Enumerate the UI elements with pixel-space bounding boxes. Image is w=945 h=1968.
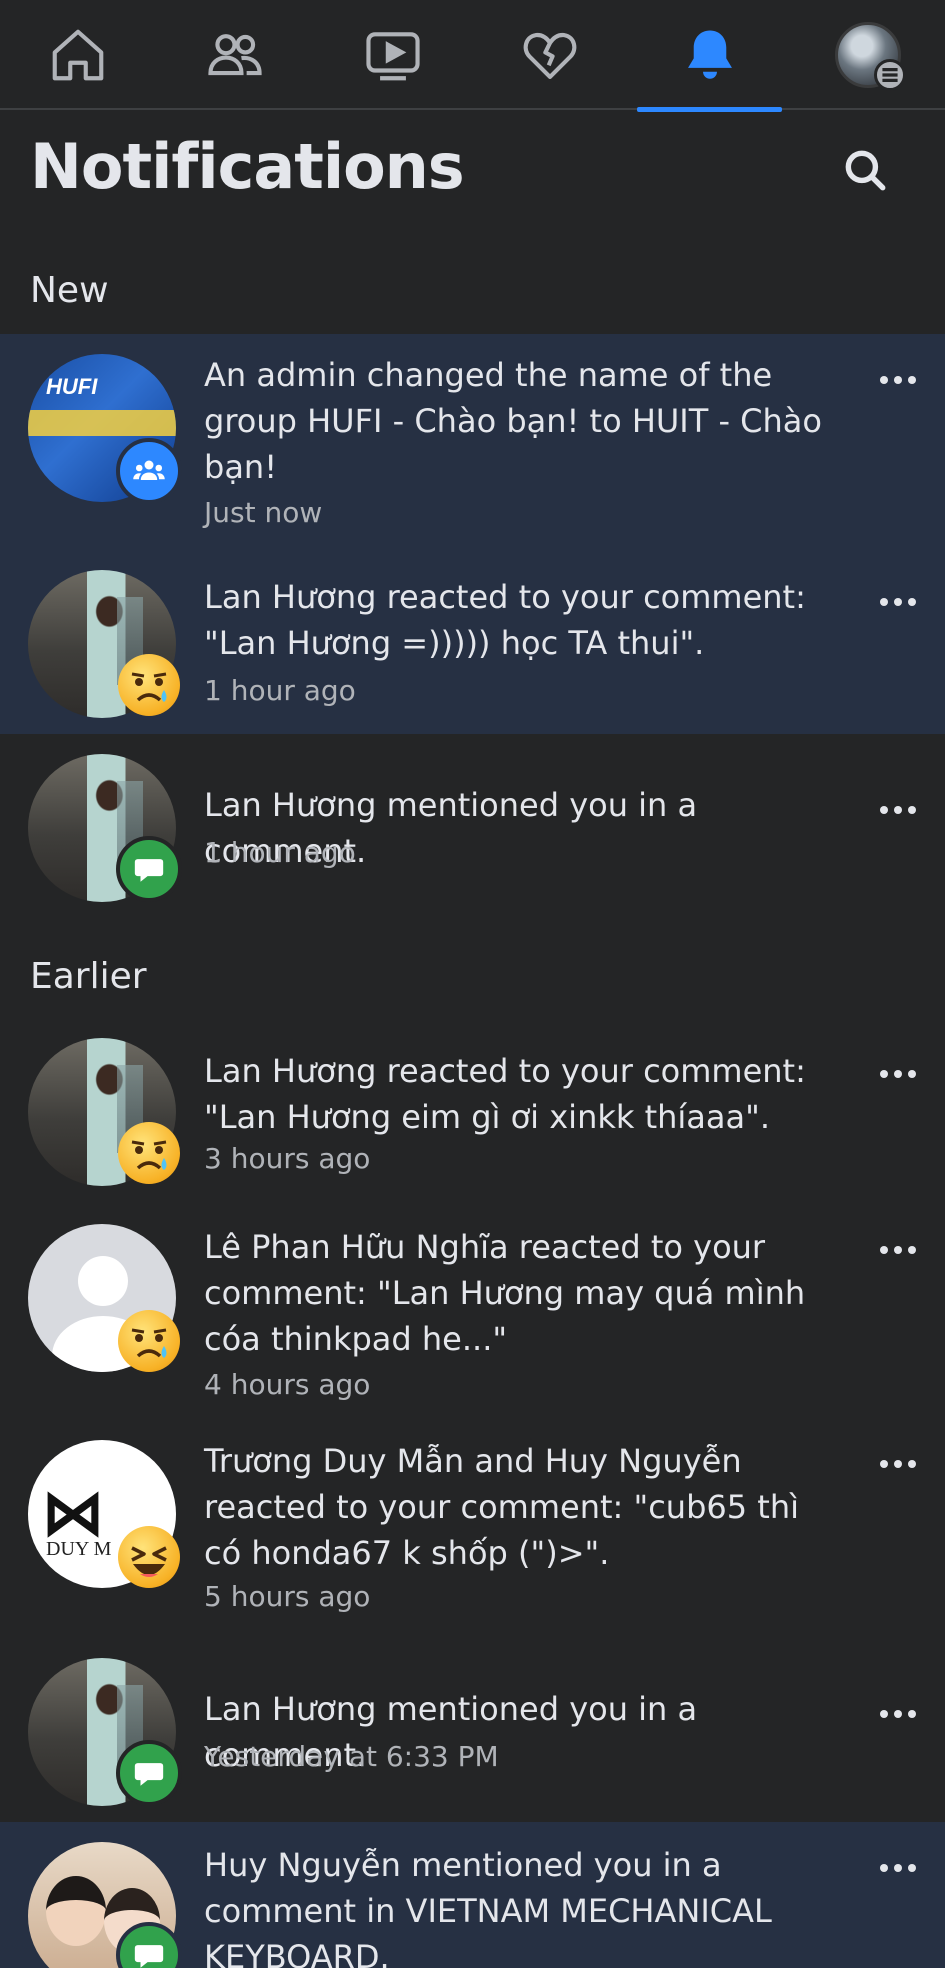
sad-reaction-icon [116, 652, 182, 718]
page-title: Notifications [30, 130, 465, 203]
notification-time: 1 hour ago [204, 674, 356, 707]
friends-icon [207, 34, 262, 76]
avatar-logo-text: DUY M [46, 1538, 112, 1560]
section-new-label: New [30, 270, 109, 311]
sad-reaction-icon [116, 1120, 182, 1186]
notification-item[interactable]: Huy Nguyễn mentioned you in a comment in… [0, 1822, 945, 1968]
notification-time: 1 hour ago [204, 836, 356, 869]
more-options-button[interactable] [870, 1694, 926, 1734]
search-button[interactable] [835, 140, 895, 200]
heart-icon [523, 32, 576, 80]
tab-notifications[interactable] [637, 0, 782, 112]
sad-reaction-icon [116, 1308, 182, 1374]
haha-reaction-icon [116, 1524, 182, 1590]
notification-time: 5 hours ago [204, 1580, 371, 1613]
notification-text: Huy Nguyễn mentioned you in a comment in… [204, 1846, 772, 1968]
more-options-button[interactable] [870, 1054, 926, 1094]
section-earlier-label: Earlier [30, 956, 147, 997]
notification-time: Just now [204, 496, 323, 529]
more-options-button[interactable] [870, 582, 926, 622]
notification-text: An admin changed the name of the group H… [204, 356, 822, 486]
bell-icon [687, 30, 732, 79]
notification-time: 3 hours ago [204, 1142, 371, 1175]
notification-item[interactable]: Lan Hương reacted to your comment: "Lan … [0, 532, 945, 734]
notification-item[interactable]: Lê Phan Hữu Nghĩa reacted to your commen… [0, 1210, 945, 1420]
notification-item[interactable]: HUFI An admin changed the name of the gr… [0, 334, 945, 532]
tab-dating[interactable] [477, 0, 622, 110]
home-icon [52, 29, 103, 81]
top-nav [0, 0, 945, 112]
more-options-button[interactable] [870, 1444, 926, 1484]
avatar [834, 22, 906, 91]
more-options-button[interactable] [870, 360, 926, 400]
video-icon [365, 32, 420, 81]
notification-item[interactable]: Lan Hương reacted to your comment: "Lan … [0, 1030, 945, 1210]
notification-item[interactable]: ⋈ DUY M Trương Duy Mẫn and Huy Nguyễn re… [0, 1420, 945, 1636]
notification-item[interactable]: Lan Hương mentioned you in a comment. 1 … [0, 734, 945, 924]
avatar-logo-text: HUFI [46, 374, 98, 399]
comment-icon [116, 1740, 182, 1806]
more-options-button[interactable] [870, 1230, 926, 1270]
tab-profile[interactable] [795, 0, 940, 110]
more-options-button[interactable] [870, 1848, 926, 1888]
tab-friends[interactable] [162, 0, 307, 110]
notification-time: Yesterday at 6:33 PM [204, 1740, 499, 1773]
tab-home[interactable] [5, 0, 150, 110]
tab-watch[interactable] [320, 0, 465, 110]
group-icon [116, 438, 182, 504]
notification-text: Lê Phan Hữu Nghĩa reacted to your commen… [204, 1228, 806, 1358]
notification-text: Lan Hương reacted to your comment: "Lan … [204, 578, 806, 662]
notification-text: Trương Duy Mẫn and Huy Nguyễn reacted to… [204, 1442, 799, 1572]
more-options-button[interactable] [870, 790, 926, 830]
menu-icon [873, 59, 906, 91]
notification-time: 4 hours ago [204, 1368, 371, 1401]
search-icon [845, 150, 886, 191]
notification-item[interactable]: Lan Hương mentioned you in a comment. Ye… [0, 1636, 945, 1822]
comment-icon [116, 836, 182, 902]
notification-text: Lan Hương reacted to your comment: "Lan … [204, 1052, 806, 1136]
